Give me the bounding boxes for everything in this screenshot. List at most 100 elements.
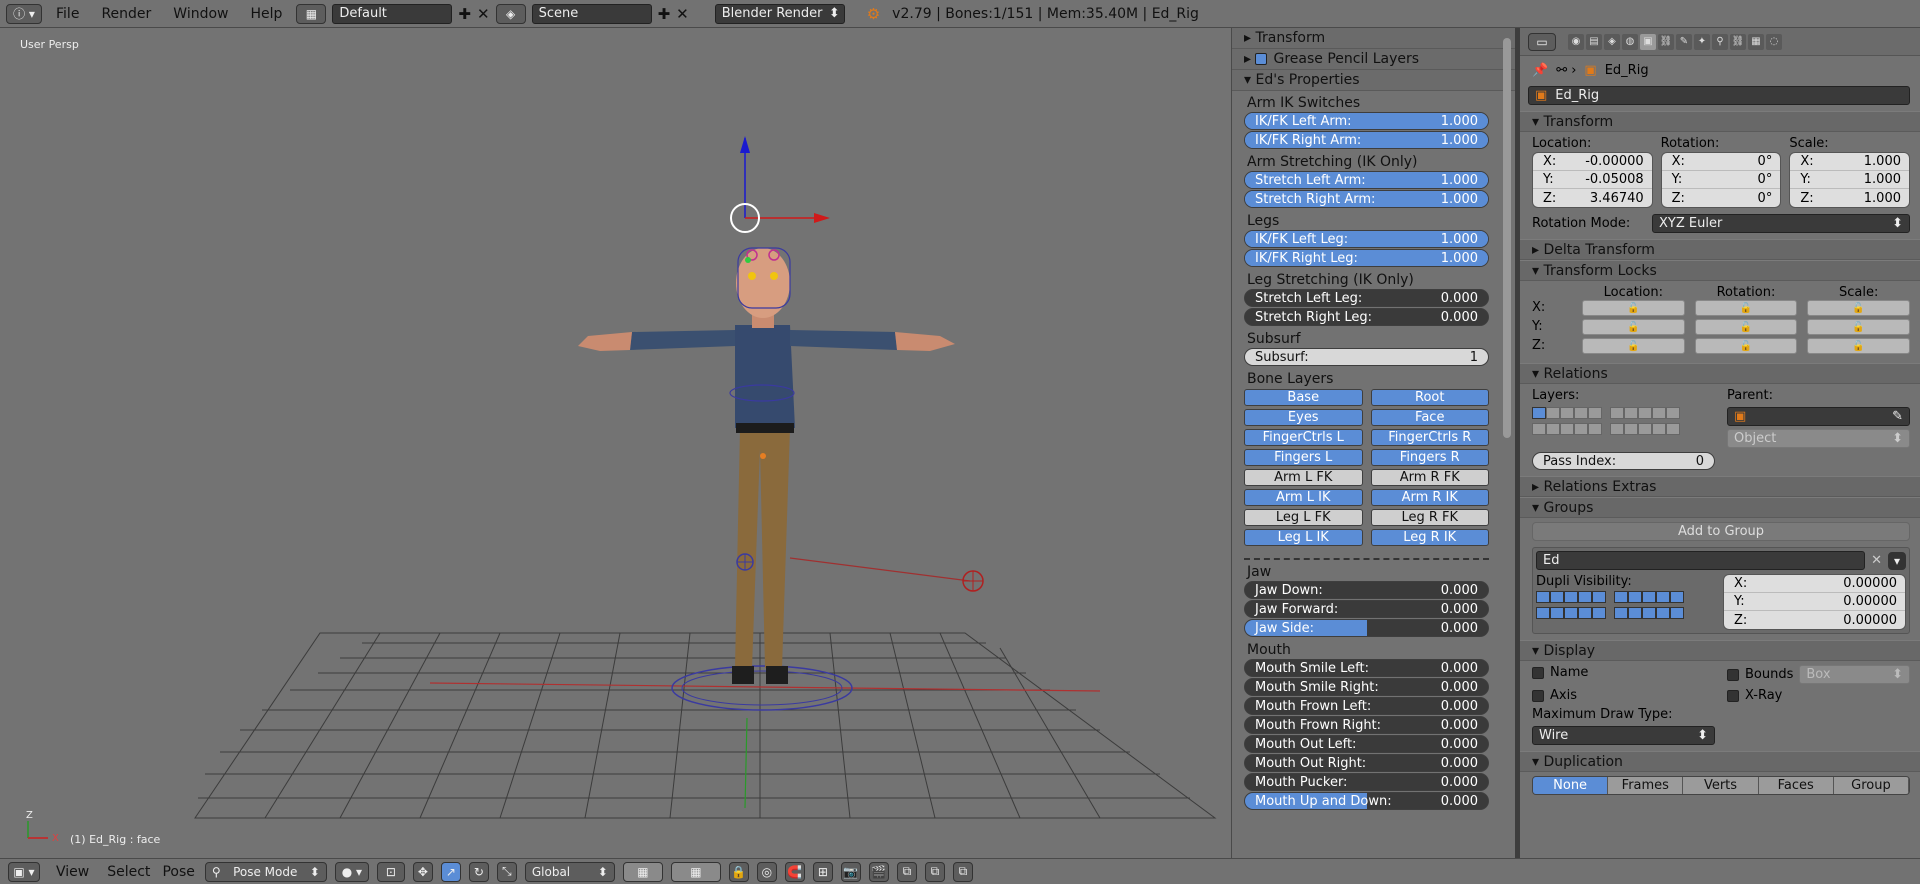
- menu-help[interactable]: Help: [242, 6, 290, 22]
- 3d-viewport[interactable]: User Persp Z X (1) Ed_Rig: face: [0, 28, 1231, 858]
- pin-icon[interactable]: 📌: [1532, 63, 1548, 78]
- mouth-slider[interactable]: Mouth Out Left: 0.000: [1244, 735, 1489, 753]
- bounds-checkbox[interactable]: Bounds: [1727, 667, 1793, 682]
- vector-component[interactable]: X: 0°: [1661, 153, 1781, 171]
- physics-tab-icon[interactable]: ◌: [1766, 33, 1782, 50]
- viewport-shading-button[interactable]: ● ▾: [334, 861, 369, 882]
- panel-header-display[interactable]: ▾ Display: [1520, 640, 1920, 661]
- vector-component[interactable]: Y: 0°: [1661, 171, 1781, 189]
- property-slider[interactable]: IK/FK Right Leg: 1.000: [1244, 249, 1489, 267]
- bone-layer-toggle[interactable]: Arm L IK: [1244, 489, 1363, 506]
- vector-component[interactable]: X: 1.000: [1790, 153, 1909, 171]
- bone-layer-toggle[interactable]: FingerCtrls L: [1244, 429, 1363, 446]
- jaw-slider[interactable]: Jaw Down: 0.000: [1244, 581, 1489, 599]
- copy-pose-icon[interactable]: ⧉: [896, 861, 917, 882]
- group-offset-vector[interactable]: X: 0.00000 Y: 0.00000 Z: 0.00000: [1723, 574, 1906, 630]
- menu-select[interactable]: Select: [105, 864, 152, 880]
- layers-grid-icon[interactable]: ▦: [622, 861, 663, 882]
- panel-header-eds-properties[interactable]: ▾ Ed's Properties: [1232, 70, 1515, 91]
- mouth-slider[interactable]: Mouth Frown Right: 0.000: [1244, 716, 1489, 734]
- modifiers-tab-icon[interactable]: ✎: [1676, 33, 1692, 50]
- bone-layer-toggle[interactable]: Leg R FK: [1370, 509, 1489, 526]
- mouth-slider[interactable]: Mouth Smile Right: 0.000: [1244, 678, 1489, 696]
- menu-pose[interactable]: Pose: [160, 864, 196, 880]
- bone-layer-toggle[interactable]: Leg R IK: [1370, 529, 1489, 546]
- constraints-tab-icon[interactable]: ⛓: [1658, 33, 1674, 50]
- scene-field[interactable]: Scene: [531, 3, 652, 24]
- panel-scrollbar[interactable]: [1503, 38, 1511, 438]
- transform-orientation-select[interactable]: Global ⬍: [524, 861, 615, 882]
- world-tab-icon[interactable]: ◍: [1622, 33, 1638, 50]
- scene-tab-icon[interactable]: ◈: [1604, 33, 1620, 50]
- data-tab-icon[interactable]: ✦: [1694, 33, 1710, 50]
- dupli-visibility-toggles[interactable]: [1536, 591, 1719, 623]
- panel-header-relations-extras[interactable]: ▸ Relations Extras: [1520, 476, 1920, 497]
- bone-layer-toggle[interactable]: Leg L IK: [1244, 529, 1363, 546]
- lock-icon[interactable]: 🔓: [1807, 338, 1910, 354]
- mouth-slider[interactable]: Mouth Out Right: 0.000: [1244, 754, 1489, 772]
- checkbox-box[interactable]: [1727, 689, 1739, 702]
- menu-file[interactable]: File: [48, 6, 87, 22]
- duplication-option[interactable]: Frames: [1608, 777, 1684, 794]
- duplication-option[interactable]: Group: [1833, 777, 1909, 794]
- editor-type-button[interactable]: ⓘ ▾: [6, 3, 42, 24]
- editor-type-button[interactable]: ▭: [1528, 32, 1556, 51]
- vector-component[interactable]: Z: 3.46740: [1533, 189, 1652, 207]
- mouth-slider[interactable]: Mouth Up and Down: 0.000: [1244, 792, 1489, 810]
- property-slider[interactable]: IK/FK Left Arm: 1.000: [1244, 112, 1489, 130]
- remove-group-icon[interactable]: ✕: [1871, 553, 1882, 568]
- remove-scene-icon[interactable]: ✕: [676, 5, 689, 23]
- scene-icon[interactable]: ◈: [495, 3, 526, 24]
- bone-layer-toggle[interactable]: Arm R IK: [1370, 489, 1489, 506]
- paste-flipped-pose-icon[interactable]: ⧉: [952, 861, 973, 882]
- vector-component[interactable]: Z: 1.000: [1790, 189, 1909, 207]
- lock-icon[interactable]: 🔓: [1582, 319, 1685, 335]
- vector-component[interactable]: Y: -0.05008: [1533, 171, 1652, 189]
- property-slider[interactable]: IK/FK Right Arm: 1.000: [1244, 131, 1489, 149]
- mouth-slider[interactable]: Mouth Frown Left: 0.000: [1244, 697, 1489, 715]
- render-icon[interactable]: 📷: [840, 861, 861, 882]
- layer-toggles[interactable]: [1532, 407, 1715, 448]
- subsurf-field[interactable]: Subsurf: 1: [1244, 348, 1489, 366]
- pivot-point-button[interactable]: ⊡: [376, 861, 405, 882]
- duplication-option[interactable]: Verts: [1683, 777, 1759, 794]
- bone-layer-toggle[interactable]: Eyes: [1244, 409, 1363, 426]
- texture-tab-icon[interactable]: ▦: [1748, 33, 1764, 50]
- vector-component[interactable]: Y: 1.000: [1790, 171, 1909, 189]
- vector-component[interactable]: X: 0.00000: [1724, 575, 1905, 593]
- rotation-mode-select[interactable]: XYZ Euler ⬍: [1652, 214, 1910, 233]
- proportional-edit-icon[interactable]: ◎: [756, 861, 777, 882]
- duplication-option[interactable]: Faces: [1758, 777, 1834, 794]
- max-draw-type-select[interactable]: Wire ⬍: [1532, 726, 1715, 745]
- property-slider[interactable]: Stretch Right Leg: 0.000: [1244, 308, 1489, 326]
- vector-component[interactable]: X: -0.00000: [1533, 153, 1652, 171]
- mouth-slider[interactable]: Mouth Smile Left: 0.000: [1244, 659, 1489, 677]
- xray-checkbox[interactable]: X-Ray: [1727, 688, 1910, 703]
- menu-render[interactable]: Render: [93, 6, 159, 22]
- bone-layer-toggle[interactable]: Arm R FK: [1370, 469, 1489, 486]
- property-slider[interactable]: Stretch Left Leg: 0.000: [1244, 289, 1489, 307]
- lock-icon[interactable]: 🔓: [1582, 338, 1685, 354]
- name-checkbox[interactable]: Name: [1532, 665, 1715, 684]
- screen-layout-field[interactable]: Default: [332, 3, 453, 24]
- bone-tab-icon[interactable]: ⚲: [1712, 33, 1728, 50]
- render-layers-tab-icon[interactable]: ▤: [1586, 33, 1602, 50]
- layers-grid-icon[interactable]: ▦: [670, 861, 721, 882]
- pass-index-field[interactable]: Pass Index: 0: [1532, 452, 1715, 470]
- property-slider[interactable]: Stretch Right Arm: 1.000: [1244, 190, 1489, 208]
- bone-layer-toggle[interactable]: Arm L FK: [1244, 469, 1363, 486]
- object-tab-icon[interactable]: ▣: [1640, 33, 1656, 50]
- eyedropper-icon[interactable]: ✎: [1892, 409, 1903, 424]
- vector-component[interactable]: Y: 0.00000: [1724, 593, 1905, 611]
- object-name-field[interactable]: ▣ Ed_Rig: [1528, 86, 1910, 105]
- mode-select[interactable]: ⚲ Pose Mode ⬍: [204, 861, 327, 882]
- property-slider[interactable]: Stretch Left Arm: 1.000: [1244, 171, 1489, 189]
- scale-vector[interactable]: X: 1.000 Y: 1.000 Z: 1.000: [1789, 152, 1910, 208]
- lock-icon[interactable]: 🔓: [1582, 300, 1685, 316]
- render-engine-select[interactable]: Blender Render ⬍: [714, 3, 845, 24]
- checkbox-box[interactable]: [1727, 668, 1739, 681]
- bone-layer-toggle[interactable]: Root: [1370, 389, 1489, 406]
- bounds-type-select[interactable]: Box ⬍: [1799, 665, 1910, 684]
- vector-component[interactable]: Z: 0°: [1662, 189, 1781, 207]
- panel-header-delta-transform[interactable]: ▸ Delta Transform: [1520, 239, 1920, 260]
